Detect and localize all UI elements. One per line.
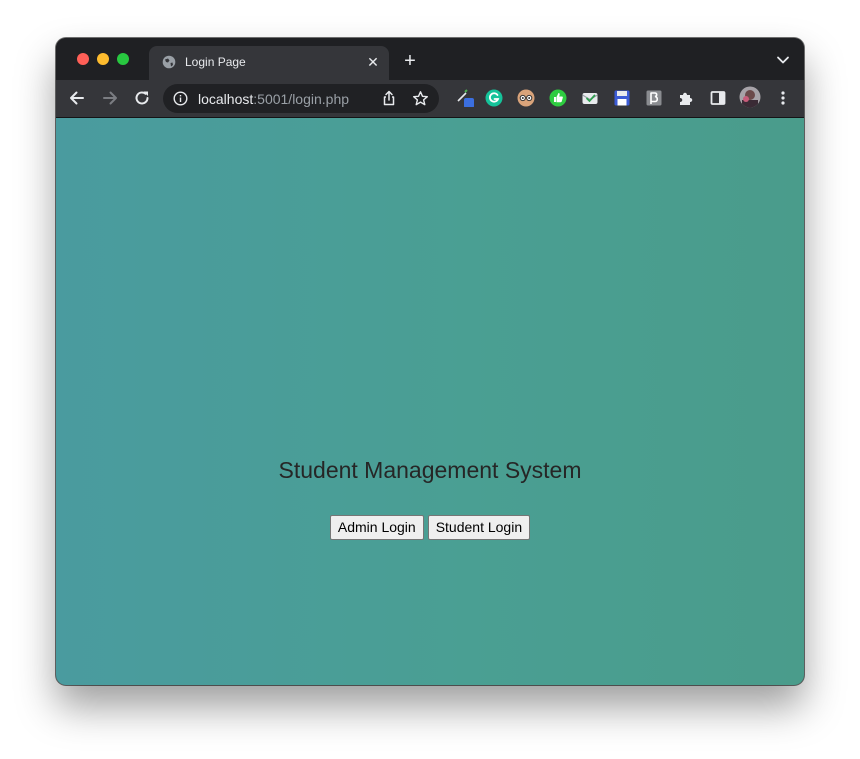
window-maximize-button[interactable] [117,53,129,65]
forward-arrow-icon[interactable] [100,88,120,108]
glasses-extension-icon[interactable] [517,89,535,107]
browser-window: Login Page ✕ + localhost:5001/login.php [56,38,804,685]
side-panel-icon[interactable] [709,89,727,107]
window-close-button[interactable] [77,53,89,65]
puzzle-icon[interactable] [677,89,695,107]
browser-toolbar: localhost:5001/login.php [56,80,804,118]
page-viewport: Student Management System Admin Login St… [56,118,804,685]
tab-title: Login Page [185,55,246,69]
beta-extension-icon[interactable] [645,89,663,107]
student-login-button[interactable]: Student Login [427,515,531,540]
share-icon[interactable] [381,90,397,106]
save-extension-icon[interactable] [613,89,631,107]
window-minimize-button[interactable] [97,53,109,65]
grammarly-extension-icon[interactable] [485,89,503,107]
more-vert-icon[interactable] [774,89,792,107]
reload-icon[interactable] [132,88,152,108]
address-bar[interactable]: localhost:5001/login.php [163,84,439,113]
mail-check-extension-icon[interactable] [581,89,599,107]
info-icon[interactable] [173,91,188,106]
color-picker-extension-icon[interactable] [456,89,474,107]
tab-strip: Login Page ✕ + [56,38,804,80]
star-icon[interactable] [412,90,429,107]
tab-login-page[interactable]: Login Page ✕ [149,46,389,80]
chevron-down-icon[interactable] [776,54,790,66]
back-arrow-icon[interactable] [67,88,87,108]
url-text[interactable]: localhost:5001/login.php [198,91,349,107]
page-title: Student Management System [278,457,582,483]
close-icon[interactable]: ✕ [365,54,381,70]
thumbs-up-extension-icon[interactable] [549,89,567,107]
admin-login-button[interactable]: Admin Login [329,515,424,540]
profile-avatar[interactable] [739,86,761,108]
url-host: localhost [198,91,254,107]
login-button-row: Admin Login Student Login [56,515,804,540]
new-tab-button[interactable]: + [400,51,420,71]
globe-icon [162,55,176,69]
url-path: :5001/login.php [253,91,350,107]
